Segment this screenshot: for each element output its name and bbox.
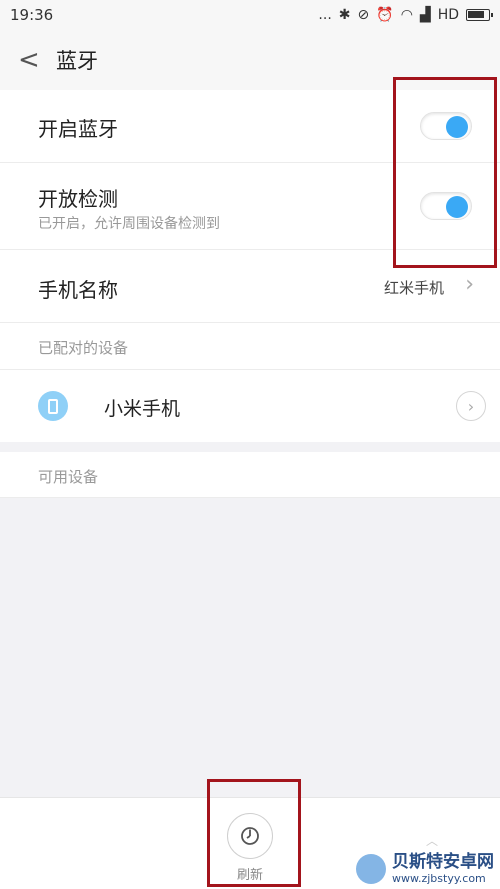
paired-device-name: 小米手机 bbox=[104, 398, 181, 420]
paired-device-row[interactable]: 小米手机 › bbox=[0, 370, 500, 442]
discoverable-sub: 已开启，允许周围设备检测到 bbox=[38, 216, 220, 232]
status-time: 19:36 bbox=[10, 6, 54, 24]
watermark-logo-icon bbox=[356, 854, 386, 885]
settings-card: 开启蓝牙 开放检测 已开启，允许周围设备检测到 手机名称 红米手机 › 已配对的… bbox=[0, 90, 500, 442]
status-bar: 19:36 ... ✱ ⊘ ⏰ ◠ ▟ HD bbox=[0, 0, 500, 30]
watermark: 贝斯特安卓网 www.zjbstyy.com bbox=[356, 853, 494, 885]
bottom-bar: 刷新 ︿ 贝斯特安卓网 www.zjbstyy.com bbox=[0, 797, 500, 889]
refresh-button[interactable] bbox=[227, 813, 273, 859]
device-name-row[interactable]: 手机名称 红米手机 › bbox=[0, 250, 500, 323]
bluetooth-icon: ✱ bbox=[338, 7, 351, 23]
chevron-right-icon: › bbox=[465, 272, 474, 297]
available-section-label: 可用设备 bbox=[38, 468, 99, 486]
mute-icon: ⊘ bbox=[357, 7, 370, 23]
status-icons: ... ✱ ⊘ ⏰ ◠ ▟ HD bbox=[318, 7, 493, 23]
phone-icon bbox=[38, 391, 68, 421]
signal-icon: ▟ bbox=[419, 7, 431, 23]
back-icon[interactable]: < bbox=[18, 47, 56, 73]
battery-icon bbox=[466, 9, 493, 21]
device-name-label: 手机名称 bbox=[38, 278, 118, 302]
wifi-icon: ◠ bbox=[400, 7, 413, 23]
bluetooth-toggle[interactable] bbox=[420, 112, 472, 140]
toggle-knob bbox=[446, 196, 468, 218]
paired-section-header: 已配对的设备 bbox=[0, 323, 500, 370]
network-type: HD bbox=[437, 7, 459, 23]
toggle-knob bbox=[446, 116, 468, 138]
bluetooth-label: 开启蓝牙 bbox=[38, 117, 118, 141]
available-section-header: 可用设备 bbox=[0, 452, 500, 498]
device-name-value: 红米手机 bbox=[383, 279, 444, 297]
page-header: < 蓝牙 bbox=[0, 30, 500, 90]
more-dots-icon: ... bbox=[318, 7, 332, 23]
collapse-icon: ︿ bbox=[425, 834, 438, 848]
discoverable-label: 开放检测 bbox=[38, 187, 118, 211]
bluetooth-row[interactable]: 开启蓝牙 bbox=[0, 90, 500, 163]
watermark-url: www.zjbstyy.com bbox=[392, 872, 486, 885]
watermark-title: 贝斯特安卓网 bbox=[392, 852, 494, 873]
discoverable-row[interactable]: 开放检测 已开启，允许周围设备检测到 bbox=[0, 163, 500, 250]
device-detail-chevron-icon[interactable]: › bbox=[456, 391, 486, 421]
refresh-icon bbox=[241, 827, 259, 845]
page-title: 蓝牙 bbox=[56, 49, 98, 73]
discoverable-toggle[interactable] bbox=[420, 192, 472, 220]
alarm-icon: ⏰ bbox=[376, 7, 394, 23]
paired-section-label: 已配对的设备 bbox=[38, 339, 129, 357]
